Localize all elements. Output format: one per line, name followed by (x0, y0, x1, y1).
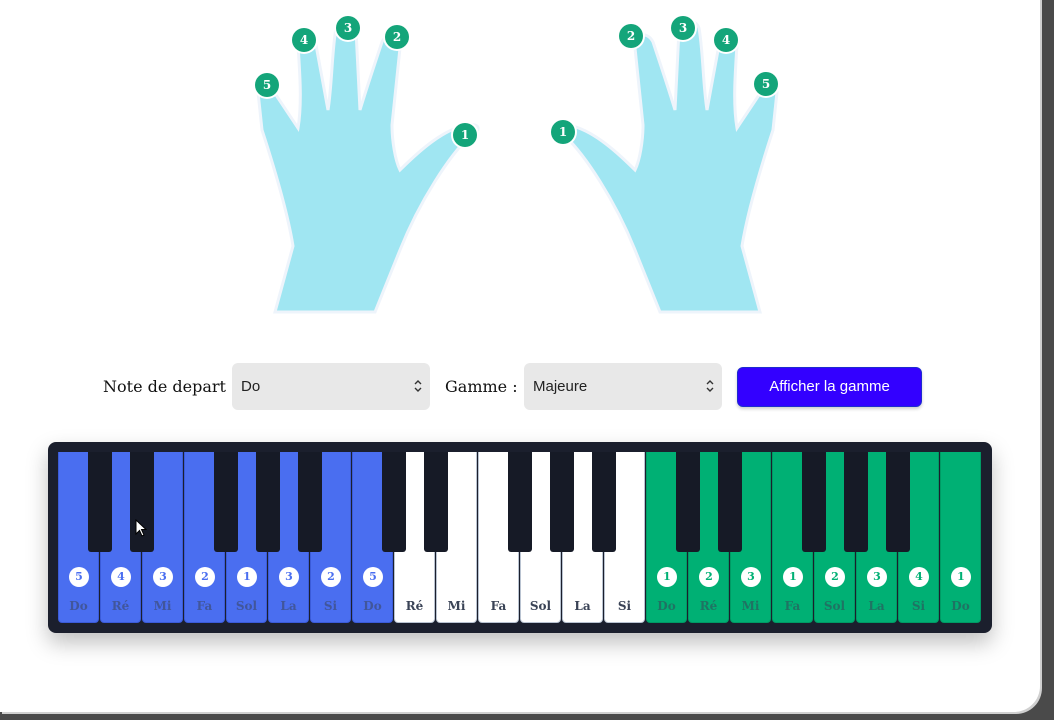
finger-number-badge: 5 (363, 567, 383, 587)
right-hand-diagram: 1 2 3 4 5 (545, 0, 785, 320)
finger-number-badge: 1 (657, 567, 677, 587)
start-note-select[interactable]: Do (232, 363, 430, 410)
show-scale-button[interactable]: Afficher la gamme (737, 367, 922, 407)
black-key[interactable] (256, 452, 280, 552)
key-note-label: Fa (196, 599, 213, 613)
key-note-label: La (280, 599, 297, 613)
key-note-label: Ré (405, 599, 424, 613)
updown-chevron-icon (414, 380, 422, 392)
key-note-label: Do (363, 599, 382, 613)
finger-number-badge: 5 (69, 567, 89, 587)
key-note-label: Fa (784, 599, 801, 613)
finger-number-badge: 3 (153, 567, 173, 587)
finger-number-badge: 2 (699, 567, 719, 587)
key-note-label: Sol (823, 599, 846, 613)
black-key[interactable] (886, 452, 910, 552)
key-note-label: Si (617, 599, 632, 613)
scale-select[interactable]: Majeure (524, 363, 722, 410)
key-note-label: La (868, 599, 885, 613)
key-note-label: Si (911, 599, 926, 613)
key-note-label: Ré (699, 599, 718, 613)
start-note-value: Do (241, 378, 261, 395)
right-finger-badge: 2 (619, 24, 643, 48)
key-note-label: Sol (235, 599, 258, 613)
mouse-cursor-icon (135, 519, 147, 537)
black-key[interactable] (802, 452, 826, 552)
key-note-label: Fa (490, 599, 507, 613)
black-key[interactable] (130, 452, 154, 552)
black-key[interactable] (508, 452, 532, 552)
finger-number-badge: 3 (867, 567, 887, 587)
left-hand-icon (256, 19, 480, 314)
right-finger-badge: 1 (551, 120, 575, 144)
right-hand-icon (555, 19, 779, 314)
black-key[interactable] (718, 452, 742, 552)
black-key[interactable] (676, 452, 700, 552)
finger-number-badge: 1 (951, 567, 971, 587)
left-finger-badge: 3 (336, 16, 360, 40)
white-key[interactable]: 1 Do (940, 452, 981, 623)
right-finger-badge: 3 (671, 16, 695, 40)
finger-number-badge: 2 (825, 567, 845, 587)
scale-value: Majeure (533, 378, 588, 395)
key-note-label: Do (951, 599, 970, 613)
black-key[interactable] (88, 452, 112, 552)
right-finger-badge: 4 (714, 28, 738, 52)
key-note-label: Si (323, 599, 338, 613)
left-hand-diagram: 5 4 3 2 1 (250, 0, 490, 320)
left-finger-badge: 2 (385, 25, 409, 49)
finger-number-badge: 2 (321, 567, 341, 587)
finger-number-badge: 2 (195, 567, 215, 587)
key-note-label: Mi (741, 599, 760, 613)
finger-number-badge: 3 (279, 567, 299, 587)
finger-number-badge: 1 (237, 567, 257, 587)
start-note-label: Note de depart : (103, 377, 237, 396)
piano-keyboard: 5 Do 4 Ré 3 Mi 2 Fa 1 Sol 3 La 2 Si 5 Do Ré Mi Fa Sol La Si 1 D… (48, 442, 992, 633)
left-finger-badge: 5 (255, 73, 279, 97)
key-note-label: Ré (111, 599, 130, 613)
black-key[interactable] (214, 452, 238, 552)
left-finger-badge: 1 (453, 123, 477, 147)
finger-number-badge: 1 (783, 567, 803, 587)
key-note-label: Do (657, 599, 676, 613)
key-note-label: Do (69, 599, 88, 613)
scale-label: Gamme : (445, 377, 518, 396)
updown-chevron-icon (706, 380, 714, 392)
black-key[interactable] (298, 452, 322, 552)
key-note-label: Sol (529, 599, 552, 613)
finger-number-badge: 4 (909, 567, 929, 587)
black-key[interactable] (550, 452, 574, 552)
key-note-label: Mi (153, 599, 172, 613)
black-key[interactable] (592, 452, 616, 552)
black-key[interactable] (382, 452, 406, 552)
key-note-label: La (574, 599, 591, 613)
right-finger-badge: 5 (754, 72, 778, 96)
black-key[interactable] (844, 452, 868, 552)
left-finger-badge: 4 (292, 28, 316, 52)
finger-number-badge: 3 (741, 567, 761, 587)
key-note-label: Mi (447, 599, 466, 613)
black-key[interactable] (424, 452, 448, 552)
finger-number-badge: 4 (111, 567, 131, 587)
